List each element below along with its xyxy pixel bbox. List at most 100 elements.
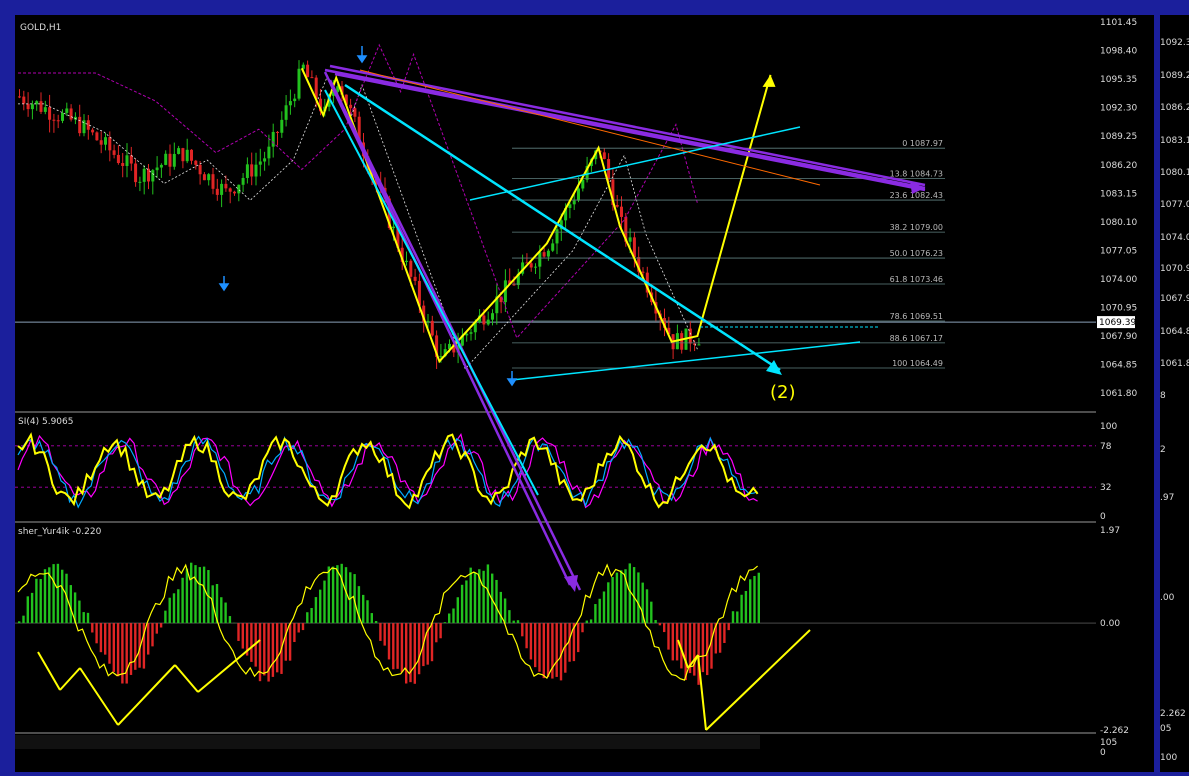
osc-bar <box>202 566 206 624</box>
osc-bar <box>495 579 498 624</box>
osc-bar <box>151 623 154 647</box>
candle-body <box>430 320 434 336</box>
rsi-tick-label: 32 <box>1100 483 1111 493</box>
osc-bar <box>26 596 29 624</box>
osc-bar <box>168 597 171 624</box>
osc-bar <box>671 623 674 661</box>
candle-body <box>581 179 585 189</box>
candle-body <box>172 153 176 167</box>
osc-bar <box>581 623 584 633</box>
candle-body <box>125 155 129 167</box>
osc-bar <box>301 623 305 631</box>
fib-level-label: 78.6 1069.51 <box>890 312 943 321</box>
candle-body <box>280 119 284 133</box>
candle-body <box>546 250 550 257</box>
osc-bar <box>284 623 287 661</box>
candle-body <box>405 260 408 262</box>
osc-bar <box>710 623 713 669</box>
osc-bar <box>525 623 528 649</box>
candle-body <box>263 158 267 162</box>
candle-body <box>78 116 82 134</box>
candle-body <box>409 260 413 277</box>
right-strip-label: 1092.30 <box>1160 38 1189 48</box>
osc-bar <box>129 623 133 675</box>
osc-bar <box>125 623 128 684</box>
osc-bar <box>749 579 752 624</box>
osc-bar <box>116 623 120 677</box>
candle-body <box>164 153 168 165</box>
osc-bar <box>529 623 533 660</box>
price-tick-label: 1101.45 <box>1100 18 1137 28</box>
osc-bar <box>374 620 378 624</box>
fib-level-label: 100 1064.49 <box>892 359 943 368</box>
candle-body <box>538 252 542 267</box>
osc-bar <box>237 623 240 641</box>
candle-body <box>602 152 606 159</box>
candle-body <box>465 333 469 336</box>
osc-bar <box>263 623 266 676</box>
candle-body <box>108 137 112 151</box>
candle-body <box>99 140 103 145</box>
osc-bar <box>615 572 619 624</box>
osc-bar <box>198 567 201 624</box>
osc-bar <box>594 604 597 624</box>
osc-bar <box>82 612 85 624</box>
candle-body <box>121 163 125 167</box>
osc-bar <box>250 623 253 662</box>
right-strip-label: 1089.25 <box>1160 71 1189 81</box>
candle-body <box>181 148 185 162</box>
osc-bar <box>542 623 545 679</box>
right-strip-label: 1080.10 <box>1160 168 1189 178</box>
osc-bar <box>620 570 623 624</box>
osc-bar <box>18 621 21 624</box>
osc-bar <box>413 623 416 684</box>
chart-canvas: 1069.39 0 1087.97 13.8 1084.73 23.6 1082.43… <box>15 15 1189 772</box>
rsi-title: SI(4) 5.9065 <box>18 417 73 427</box>
osc-bar <box>288 623 292 661</box>
osc-bar <box>551 623 554 679</box>
candle-body <box>112 150 116 155</box>
oscillator-title: sher_Yur4ik -0.220 <box>18 527 102 537</box>
osc-bar <box>319 589 322 624</box>
right-strip-label: 1083.15 <box>1160 136 1189 146</box>
candle-body <box>228 188 232 192</box>
osc-bar <box>314 597 318 624</box>
osc-bar <box>172 593 176 624</box>
candle-body <box>697 344 701 346</box>
candle-body <box>159 164 163 168</box>
osc-bar <box>740 594 743 624</box>
osc-bar <box>443 622 447 624</box>
osc-bar <box>534 623 537 668</box>
osc-bar <box>104 623 107 655</box>
candle-body <box>680 333 684 350</box>
candle-body <box>512 284 516 286</box>
osc-bar <box>30 592 34 624</box>
candle-body <box>293 98 297 102</box>
osc-bar <box>147 623 150 655</box>
osc-bar <box>190 562 193 624</box>
candle-body <box>194 160 198 165</box>
bottom-band <box>15 735 760 749</box>
osc-bar <box>684 623 687 681</box>
candle-body <box>18 96 21 98</box>
candle-body <box>529 263 533 268</box>
osc-bar <box>611 577 614 624</box>
candle-body <box>237 184 241 194</box>
fib-level-label: 13.8 1084.73 <box>890 170 943 179</box>
candle-body <box>22 96 26 104</box>
price-tick-label: 1089.25 <box>1100 132 1137 142</box>
right-strip-label: 8 <box>1160 391 1166 401</box>
osc-bar <box>723 623 726 643</box>
osc-bar <box>602 591 606 624</box>
candle-body <box>190 149 193 161</box>
candle-body <box>48 107 52 120</box>
osc-bar <box>417 623 421 675</box>
osc-bar <box>736 611 739 624</box>
candle-body <box>43 107 47 112</box>
osc-bar <box>589 619 593 624</box>
osc-bar <box>465 580 468 624</box>
candle-body <box>276 131 279 133</box>
candle-body <box>551 243 555 251</box>
candle-body <box>568 204 572 209</box>
candle-body <box>469 332 473 334</box>
